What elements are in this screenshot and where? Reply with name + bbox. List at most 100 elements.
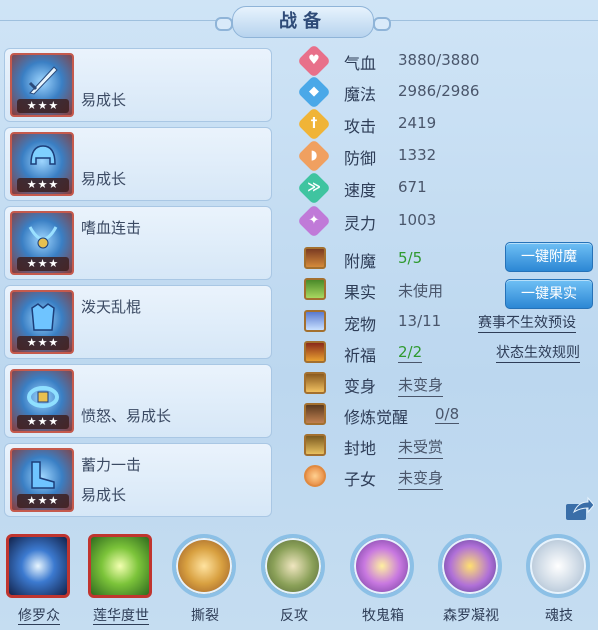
equipment-skill: 蓄力一击 (81, 456, 142, 474)
skill-slot[interactable]: 反攻 (257, 528, 331, 630)
skill-6-icon (438, 534, 502, 598)
stat-mp: ◆ 魔法 2986/2986 (297, 75, 598, 109)
armor-icon: ★★★ (10, 290, 74, 354)
star-rating: ★★★ (17, 494, 69, 508)
star-rating: ★★★ (17, 178, 69, 192)
skill-bar: 修罗众 莲华度世 撕裂 反攻 牧鬼箱 森罗凝视 魂技 (0, 528, 598, 630)
feature-value: 未受赏 (398, 436, 444, 459)
star-rating: ★★★ (17, 415, 69, 429)
stat-label: 攻击 (344, 117, 377, 136)
heart-icon: ♥ (297, 44, 331, 78)
skill-label: 修罗众 (18, 608, 60, 625)
preset-link[interactable]: 赛事不生效预设 (478, 312, 576, 333)
stat-label: 灵力 (344, 214, 377, 233)
rules-link[interactable]: 状态生效规则 (496, 342, 580, 363)
feature-label: 修炼觉醒 (344, 408, 409, 427)
stat-value: 2986/2986 (398, 82, 480, 100)
page-title: 战备 (215, 6, 391, 38)
boots-icon: ★★★ (10, 448, 74, 512)
equipment-card[interactable]: ★★★ 愤怒、易成长 (4, 364, 272, 438)
feature-value: 2/2 (398, 343, 423, 363)
equipment-card[interactable]: ★★★ 易成长 (4, 48, 272, 122)
star-rating: ★★★ (17, 257, 69, 271)
stat-value: 2419 (398, 114, 437, 132)
stat-hp: ♥ 气血 3880/3880 (297, 44, 598, 78)
equipment-trait: 易成长 (81, 91, 127, 109)
stat-attack: † 攻击 2419 (297, 107, 598, 141)
equipment-skill: 泼天乱棍 (81, 298, 142, 316)
feature-label: 附魔 (344, 252, 377, 271)
skill-4-icon (261, 534, 325, 598)
feature-value: 未变身 (398, 374, 444, 397)
children-icon (304, 465, 326, 487)
pet-icon (304, 310, 326, 332)
equipment-card[interactable]: ★★★ 易成长 (4, 127, 272, 201)
cultivation-icon (304, 403, 326, 425)
skill-label: 撕裂 (191, 608, 219, 624)
star-rating: ★★★ (17, 99, 69, 113)
skill-5-icon (350, 534, 414, 598)
stat-value: 1332 (398, 146, 437, 164)
necklace-icon: ★★★ (10, 211, 74, 275)
feature-value: 13/11 (398, 312, 442, 330)
helmet-icon: ★★★ (10, 132, 74, 196)
skill-label: 牧鬼箱 (362, 608, 404, 624)
belt-icon: ★★★ (10, 369, 74, 433)
stat-label: 气血 (344, 54, 377, 73)
equipment-trait: 愤怒、易成长 (81, 407, 172, 425)
stat-spirit: ✦ 灵力 1003 (297, 204, 598, 238)
fief-icon (304, 434, 326, 456)
equipment-skill: 嗜血连击 (81, 219, 142, 237)
stat-defense: ◗ 防御 1332 (297, 139, 598, 173)
feature-children[interactable]: 子女 未变身 (300, 462, 598, 492)
equipment-card[interactable]: ★★★ 嗜血连击 (4, 206, 272, 280)
stat-speed: ≫ 速度 671 (297, 171, 598, 205)
equipment-trait: 易成长 (81, 486, 127, 504)
equipment-card[interactable]: ★★★ 泼天乱棍 (4, 285, 272, 359)
one-click-enchant-button[interactable]: 一键附魔 (505, 242, 593, 272)
feature-label: 变身 (344, 377, 377, 396)
skill-1-icon (6, 534, 70, 598)
skill-slot[interactable]: 修罗众 (2, 528, 76, 630)
feature-label: 果实 (344, 283, 377, 302)
transform-icon (304, 372, 326, 394)
equipment-list: ★★★ 易成长 ★★★ 易成长 ★★★ 嗜血连击 ★★★ 泼天乱棍 ★★★ 愤怒… (4, 48, 272, 522)
feature-cultivation[interactable]: 修炼觉醒 0/8 (300, 400, 598, 430)
feature-label: 祈福 (344, 346, 377, 365)
skill-slot[interactable]: 魂技 (522, 528, 596, 630)
shield-icon: ◗ (297, 139, 331, 173)
skill-label: 反攻 (280, 608, 308, 624)
skill-slot[interactable]: 牧鬼箱 (346, 528, 420, 630)
equipment-trait: 易成长 (81, 170, 127, 188)
skill-slot[interactable]: 森罗凝视 (434, 528, 508, 630)
skill-slot[interactable]: 莲华度世 (84, 528, 158, 630)
skill-label: 莲华度世 (93, 608, 149, 625)
skill-7-icon (526, 534, 590, 598)
feature-transform[interactable]: 变身 未变身 (300, 369, 598, 399)
skill-2-icon (88, 534, 152, 598)
weapon-icon: ★★★ (10, 53, 74, 117)
sword-icon: † (297, 107, 331, 141)
spirit-icon: ✦ (297, 204, 331, 238)
feature-value: 未变身 (398, 467, 444, 490)
feature-label: 封地 (344, 439, 377, 458)
star-rating: ★★★ (17, 336, 69, 350)
stat-label: 魔法 (344, 85, 377, 104)
feature-fief[interactable]: 封地 未受赏 (300, 431, 598, 461)
stat-label: 防御 (344, 149, 377, 168)
skill-slot[interactable]: 撕裂 (168, 528, 242, 630)
feature-value: 未使用 (398, 282, 444, 300)
stat-value: 671 (398, 178, 427, 196)
feature-value: 0/8 (435, 405, 460, 424)
stat-value: 3880/3880 (398, 51, 480, 69)
share-icon[interactable] (564, 496, 594, 522)
mana-icon: ◆ (297, 75, 331, 109)
fruit-icon (304, 278, 326, 300)
feature-label: 宠物 (344, 315, 377, 334)
blessing-icon (304, 341, 326, 363)
skill-3-icon (172, 534, 236, 598)
equipment-card[interactable]: ★★★ 蓄力一击 易成长 (4, 443, 272, 517)
speed-icon: ≫ (297, 171, 331, 205)
stat-label: 速度 (344, 181, 377, 200)
one-click-fruit-button[interactable]: 一键果实 (505, 279, 593, 309)
